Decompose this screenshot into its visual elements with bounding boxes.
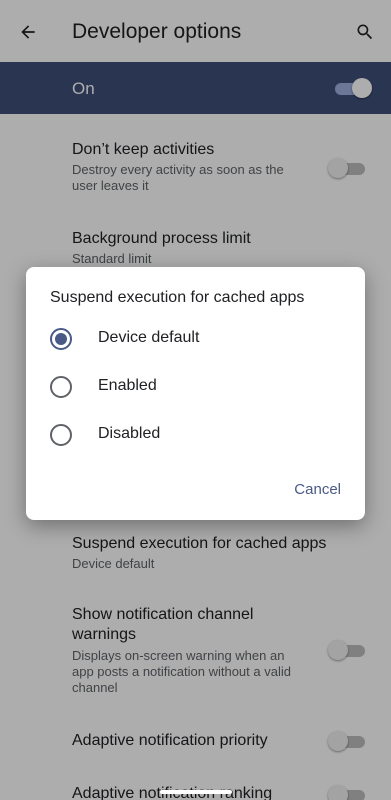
radio-dot (55, 333, 67, 345)
radio-button[interactable] (50, 376, 72, 398)
option-label: Disabled (98, 425, 161, 442)
option-enabled[interactable]: Enabled (26, 365, 365, 409)
option-label: Enabled (98, 377, 157, 394)
suspend-execution-dialog: Suspend execution for cached apps Device… (26, 267, 365, 520)
option-device-default[interactable]: Device default (26, 317, 365, 361)
radio-button-checked[interactable] (50, 328, 72, 350)
developer-options-screen: Developer options On Don’t keep activiti… (0, 0, 391, 800)
dialog-title: Suspend execution for cached apps (50, 289, 305, 306)
gesture-nav-handle[interactable] (160, 790, 232, 794)
radio-button[interactable] (50, 424, 72, 446)
option-label: Device default (98, 329, 200, 346)
option-disabled[interactable]: Disabled (26, 413, 365, 457)
cancel-button[interactable]: Cancel (290, 479, 345, 500)
